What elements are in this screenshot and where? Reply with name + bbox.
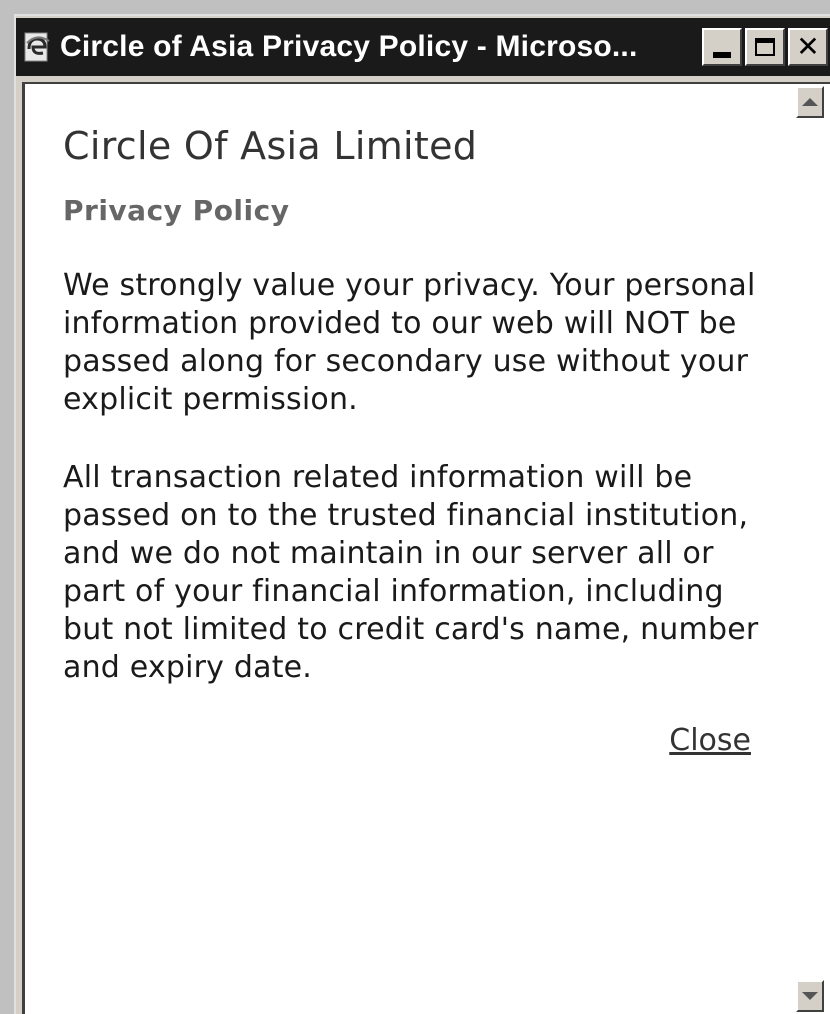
arrow-down-icon (802, 992, 818, 1000)
transaction-paragraph: All transaction related information will… (63, 460, 759, 685)
window-controls: ✕ (702, 28, 828, 66)
minimize-icon (713, 52, 731, 58)
vertical-scrollbar[interactable] (796, 84, 830, 1014)
arrow-up-icon (802, 98, 818, 106)
scroll-down-button[interactable] (796, 980, 824, 1012)
scroll-up-button[interactable] (796, 86, 824, 118)
company-name: Circle Of Asia Limited (63, 124, 478, 168)
maximize-icon (755, 38, 775, 56)
maximize-button[interactable] (745, 28, 785, 66)
page-heading: Privacy Policy (63, 194, 290, 227)
window-title: Circle of Asia Privacy Policy - Microso.… (60, 30, 638, 63)
close-row: Close (63, 723, 751, 758)
close-window-button[interactable]: ✕ (788, 28, 828, 66)
ie-browser-icon (22, 29, 52, 65)
minimize-button[interactable] (702, 28, 742, 66)
privacy-policy-content: Circle Of Asia Limited Privacy Policy We… (63, 124, 763, 758)
close-icon: ✕ (796, 30, 820, 63)
browser-popup-window: Circle of Asia Privacy Policy - Microso.… (0, 0, 830, 1014)
privacy-paragraph: We strongly value your privacy. Your per… (63, 268, 756, 417)
page-content-area: Circle Of Asia Limited Privacy Policy We… (22, 82, 830, 1014)
title-bar[interactable]: Circle of Asia Privacy Policy - Microso.… (16, 18, 830, 76)
close-link[interactable]: Close (669, 723, 751, 758)
